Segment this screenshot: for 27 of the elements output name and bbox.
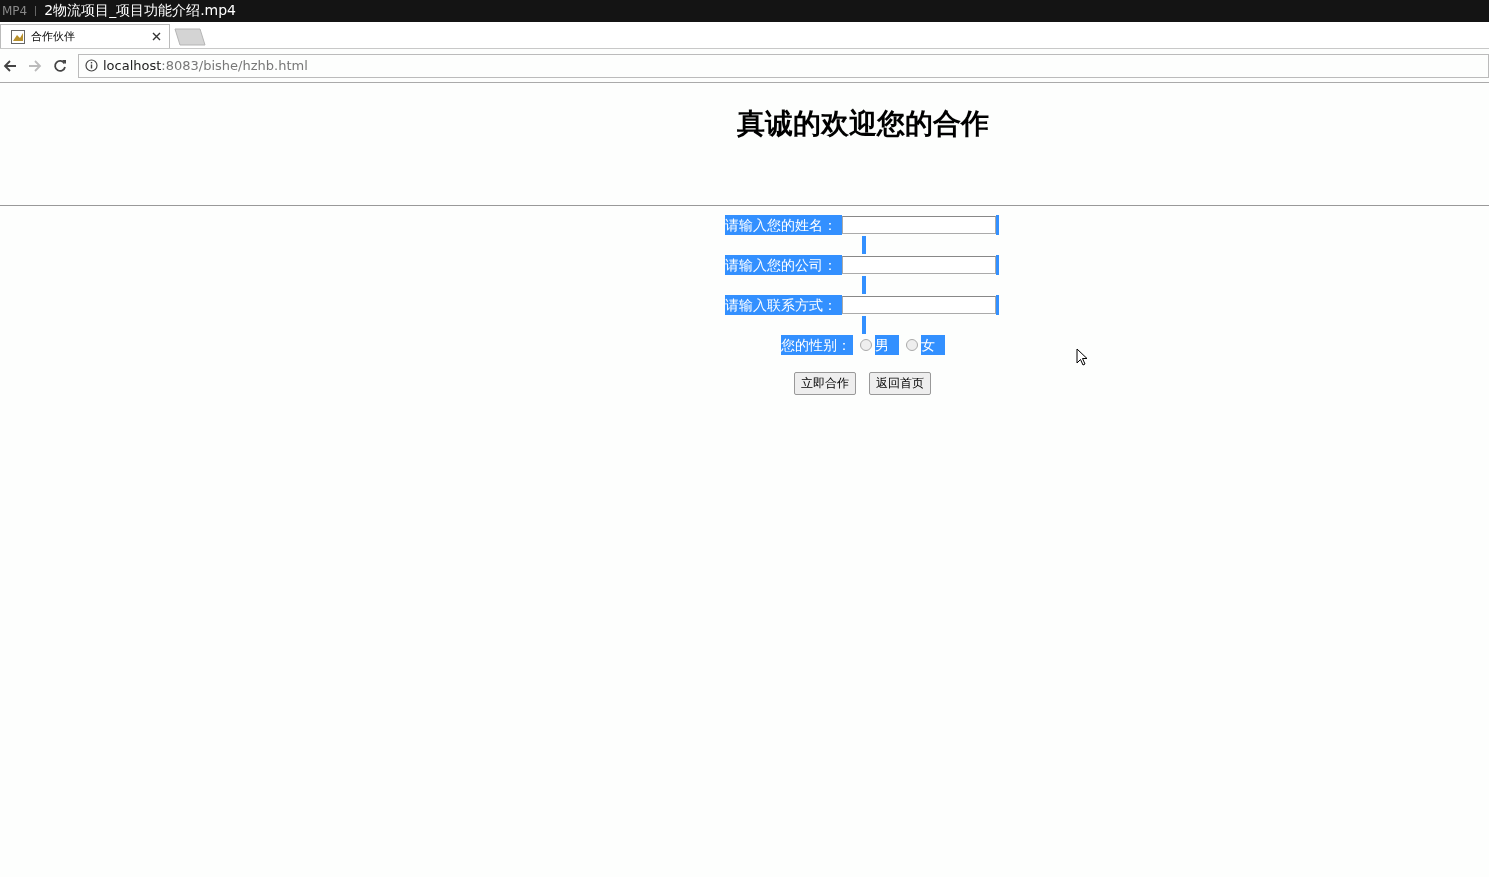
field-label: 请输入您的姓名： xyxy=(724,215,842,235)
forward-icon[interactable] xyxy=(28,58,42,73)
radio-button[interactable] xyxy=(859,339,872,351)
video-title: 2物流项目_项目功能介绍.mp4 xyxy=(44,2,237,20)
radio-button[interactable] xyxy=(905,339,918,351)
url-text: localhost:8083/bishe/hzhb.html xyxy=(103,58,308,73)
page-icon xyxy=(11,29,25,44)
back-icon[interactable] xyxy=(3,58,17,73)
reload-icon[interactable] xyxy=(53,58,67,73)
new-tab-button[interactable] xyxy=(174,28,206,46)
gender-label: 您的性别： xyxy=(780,335,853,355)
browser-tab[interactable]: 合作伙伴 xyxy=(0,24,170,48)
radio-label: 男 xyxy=(874,335,899,355)
field-label: 请输入联系方式： xyxy=(724,295,842,315)
input-field[interactable] xyxy=(841,256,996,274)
address-bar[interactable]: localhost:8083/bishe/hzhb.html xyxy=(78,53,1489,78)
form-button[interactable]: 返回首页 xyxy=(869,372,931,395)
cursor-icon xyxy=(1076,348,1088,366)
input-field[interactable] xyxy=(841,216,996,234)
format-label: MP4 xyxy=(2,4,28,18)
input-field[interactable] xyxy=(841,296,996,314)
info-icon xyxy=(85,59,98,72)
field-label: 请输入您的公司： xyxy=(724,255,842,275)
radio-label: 女 xyxy=(920,335,945,355)
page-heading: 真诚的欢迎您的合作 xyxy=(736,106,989,142)
form-button[interactable]: 立即合作 xyxy=(794,372,856,395)
close-icon[interactable] xyxy=(152,32,161,41)
